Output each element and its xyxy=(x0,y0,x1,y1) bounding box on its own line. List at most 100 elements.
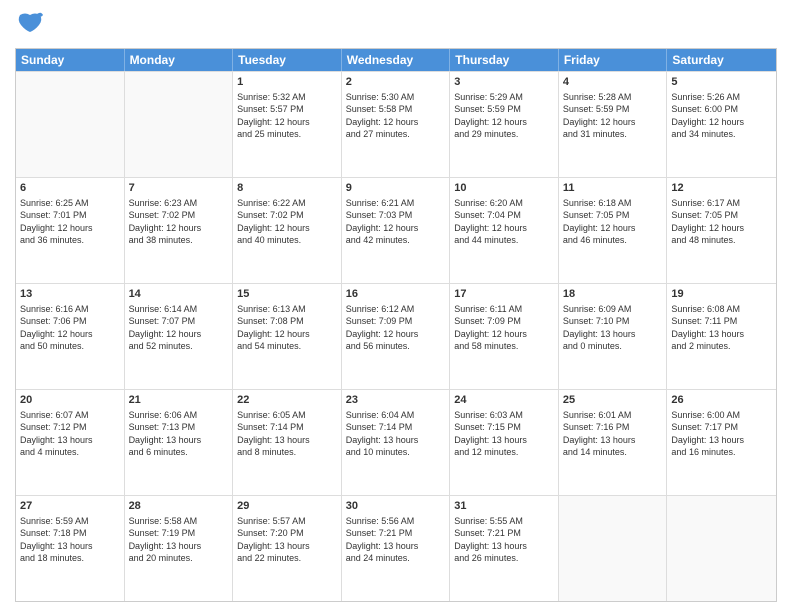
calendar-cell xyxy=(125,72,234,177)
calendar-cell: 19 Sunrise: 6:08 AM Sunset: 7:11 PM Dayli… xyxy=(667,284,776,389)
cell-content: Sunrise: 6:03 AM Sunset: 7:15 PM Dayligh… xyxy=(454,409,554,458)
cell-content: Sunrise: 6:22 AM Sunset: 7:02 PM Dayligh… xyxy=(237,197,337,246)
calendar-body: 1Sunrise: 5:32 AM Sunset: 5:57 PM Daylig… xyxy=(16,71,776,601)
calendar-cell: 24 Sunrise: 6:03 AM Sunset: 7:15 PM Dayli… xyxy=(450,390,559,495)
logo xyxy=(15,10,49,40)
cell-content: Sunrise: 6:14 AM Sunset: 7:07 PM Dayligh… xyxy=(129,303,229,352)
cell-content: Sunrise: 6:07 AM Sunset: 7:12 PM Dayligh… xyxy=(20,409,120,458)
calendar-cell: 17Sunrise: 6:11 AM Sunset: 7:09 PM Dayli… xyxy=(450,284,559,389)
calendar-cell: 21Sunrise: 6:06 AM Sunset: 7:13 PM Dayli… xyxy=(125,390,234,495)
calendar-cell: 28Sunrise: 5:58 AM Sunset: 7:19 PM Dayli… xyxy=(125,496,234,601)
cell-content: Sunrise: 6:17 AM Sunset: 7:05 PM Dayligh… xyxy=(671,197,772,246)
day-number: 6 xyxy=(20,181,120,195)
day-number: 20 xyxy=(20,393,120,407)
calendar-cell: 12 Sunrise: 6:17 AM Sunset: 7:05 PM Dayli… xyxy=(667,178,776,283)
calendar-cell: 26Sunrise: 6:00 AM Sunset: 7:17 PM Dayli… xyxy=(667,390,776,495)
calendar-cell: 8 Sunrise: 6:22 AM Sunset: 7:02 PM Daylig… xyxy=(233,178,342,283)
calendar-cell: 3 Sunrise: 5:29 AM Sunset: 5:59 PM Daylig… xyxy=(450,72,559,177)
logo-icon xyxy=(15,10,45,40)
day-number: 17 xyxy=(454,287,554,301)
calendar-cell: 13 Sunrise: 6:16 AM Sunset: 7:06 PM Dayli… xyxy=(16,284,125,389)
day-number: 25 xyxy=(563,393,663,407)
day-of-week-header: Tuesday xyxy=(233,49,342,71)
header xyxy=(15,10,777,40)
cell-content: Sunrise: 6:01 AM Sunset: 7:16 PM Dayligh… xyxy=(563,409,663,458)
calendar-cell: 15 Sunrise: 6:13 AM Sunset: 7:08 PM Dayli… xyxy=(233,284,342,389)
calendar-cell: 30 Sunrise: 5:56 AM Sunset: 7:21 PM Dayli… xyxy=(342,496,451,601)
cell-content: Sunrise: 5:26 AM Sunset: 6:00 PM Dayligh… xyxy=(671,91,772,140)
cell-content: Sunrise: 5:57 AM Sunset: 7:20 PM Dayligh… xyxy=(237,515,337,564)
day-number: 7 xyxy=(129,181,229,195)
calendar-cell xyxy=(16,72,125,177)
day-number: 22 xyxy=(237,393,337,407)
calendar: SundayMondayTuesdayWednesdayThursdayFrid… xyxy=(15,48,777,602)
calendar-cell: 29 Sunrise: 5:57 AM Sunset: 7:20 PM Dayli… xyxy=(233,496,342,601)
cell-content: Sunrise: 6:13 AM Sunset: 7:08 PM Dayligh… xyxy=(237,303,337,352)
cell-content: Sunrise: 6:21 AM Sunset: 7:03 PM Dayligh… xyxy=(346,197,446,246)
cell-content: Sunrise: 5:28 AM Sunset: 5:59 PM Dayligh… xyxy=(563,91,663,140)
day-of-week-header: Wednesday xyxy=(342,49,451,71)
calendar-row: 1Sunrise: 5:32 AM Sunset: 5:57 PM Daylig… xyxy=(16,71,776,177)
cell-content: Sunrise: 5:55 AM Sunset: 7:21 PM Dayligh… xyxy=(454,515,554,564)
day-number: 2 xyxy=(346,75,446,89)
day-number: 27 xyxy=(20,499,120,513)
calendar-cell: 14Sunrise: 6:14 AM Sunset: 7:07 PM Dayli… xyxy=(125,284,234,389)
cell-content: Sunrise: 6:16 AM Sunset: 7:06 PM Dayligh… xyxy=(20,303,120,352)
cell-content: Sunrise: 6:12 AM Sunset: 7:09 PM Dayligh… xyxy=(346,303,446,352)
calendar-cell: 22 Sunrise: 6:05 AM Sunset: 7:14 PM Dayli… xyxy=(233,390,342,495)
calendar-cell: 11 Sunrise: 6:18 AM Sunset: 7:05 PM Dayli… xyxy=(559,178,668,283)
day-number: 31 xyxy=(454,499,554,513)
day-number: 8 xyxy=(237,181,337,195)
calendar-cell: 25 Sunrise: 6:01 AM Sunset: 7:16 PM Dayli… xyxy=(559,390,668,495)
day-number: 1 xyxy=(237,75,337,89)
day-number: 26 xyxy=(671,393,772,407)
calendar-cell xyxy=(559,496,668,601)
day-number: 13 xyxy=(20,287,120,301)
cell-content: Sunrise: 6:18 AM Sunset: 7:05 PM Dayligh… xyxy=(563,197,663,246)
calendar-cell: 20 Sunrise: 6:07 AM Sunset: 7:12 PM Dayli… xyxy=(16,390,125,495)
day-number: 19 xyxy=(671,287,772,301)
cell-content: Sunrise: 5:29 AM Sunset: 5:59 PM Dayligh… xyxy=(454,91,554,140)
calendar-row: 6 Sunrise: 6:25 AM Sunset: 7:01 PM Daylig… xyxy=(16,177,776,283)
cell-content: Sunrise: 6:09 AM Sunset: 7:10 PM Dayligh… xyxy=(563,303,663,352)
cell-content: Sunrise: 6:05 AM Sunset: 7:14 PM Dayligh… xyxy=(237,409,337,458)
calendar-cell: 2Sunrise: 5:30 AM Sunset: 5:58 PM Daylig… xyxy=(342,72,451,177)
cell-content: Sunrise: 5:59 AM Sunset: 7:18 PM Dayligh… xyxy=(20,515,120,564)
day-number: 3 xyxy=(454,75,554,89)
calendar-cell: 10 Sunrise: 6:20 AM Sunset: 7:04 PM Dayli… xyxy=(450,178,559,283)
day-number: 29 xyxy=(237,499,337,513)
calendar-row: 27 Sunrise: 5:59 AM Sunset: 7:18 PM Dayli… xyxy=(16,495,776,601)
calendar-cell: 27 Sunrise: 5:59 AM Sunset: 7:18 PM Dayli… xyxy=(16,496,125,601)
calendar-cell: 4 Sunrise: 5:28 AM Sunset: 5:59 PM Daylig… xyxy=(559,72,668,177)
day-number: 21 xyxy=(129,393,229,407)
day-number: 18 xyxy=(563,287,663,301)
day-number: 15 xyxy=(237,287,337,301)
page: SundayMondayTuesdayWednesdayThursdayFrid… xyxy=(0,0,792,612)
day-of-week-header: Thursday xyxy=(450,49,559,71)
day-number: 5 xyxy=(671,75,772,89)
calendar-cell: 23 Sunrise: 6:04 AM Sunset: 7:14 PM Dayli… xyxy=(342,390,451,495)
cell-content: Sunrise: 5:56 AM Sunset: 7:21 PM Dayligh… xyxy=(346,515,446,564)
calendar-row: 13 Sunrise: 6:16 AM Sunset: 7:06 PM Dayli… xyxy=(16,283,776,389)
cell-content: Sunrise: 6:25 AM Sunset: 7:01 PM Dayligh… xyxy=(20,197,120,246)
day-number: 4 xyxy=(563,75,663,89)
calendar-cell: 7 Sunrise: 6:23 AM Sunset: 7:02 PM Daylig… xyxy=(125,178,234,283)
day-of-week-header: Friday xyxy=(559,49,668,71)
day-number: 12 xyxy=(671,181,772,195)
calendar-cell: 5 Sunrise: 5:26 AM Sunset: 6:00 PM Daylig… xyxy=(667,72,776,177)
calendar-cell: 31 Sunrise: 5:55 AM Sunset: 7:21 PM Dayli… xyxy=(450,496,559,601)
day-of-week-header: Sunday xyxy=(16,49,125,71)
cell-content: Sunrise: 5:58 AM Sunset: 7:19 PM Dayligh… xyxy=(129,515,229,564)
cell-content: Sunrise: 6:04 AM Sunset: 7:14 PM Dayligh… xyxy=(346,409,446,458)
cell-content: Sunrise: 6:08 AM Sunset: 7:11 PM Dayligh… xyxy=(671,303,772,352)
day-number: 10 xyxy=(454,181,554,195)
day-number: 11 xyxy=(563,181,663,195)
cell-content: Sunrise: 6:23 AM Sunset: 7:02 PM Dayligh… xyxy=(129,197,229,246)
day-number: 23 xyxy=(346,393,446,407)
day-number: 30 xyxy=(346,499,446,513)
calendar-cell: 6 Sunrise: 6:25 AM Sunset: 7:01 PM Daylig… xyxy=(16,178,125,283)
calendar-header: SundayMondayTuesdayWednesdayThursdayFrid… xyxy=(16,49,776,71)
day-number: 16 xyxy=(346,287,446,301)
day-number: 24 xyxy=(454,393,554,407)
cell-content: Sunrise: 6:20 AM Sunset: 7:04 PM Dayligh… xyxy=(454,197,554,246)
